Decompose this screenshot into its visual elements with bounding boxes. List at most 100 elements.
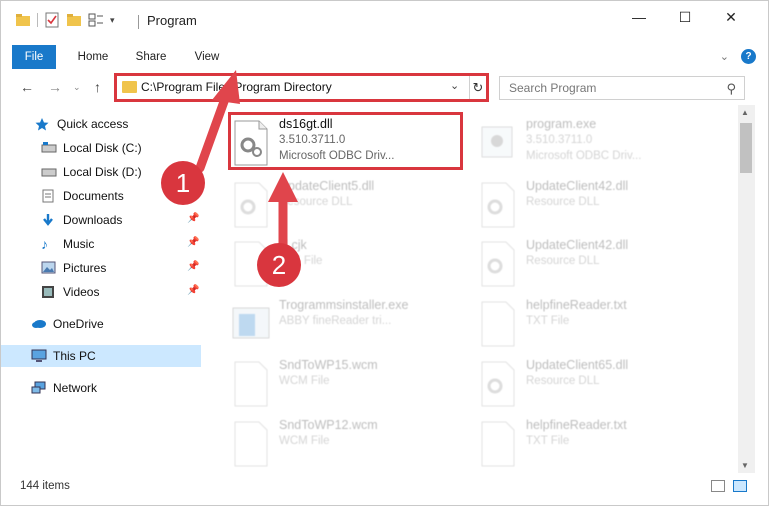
file-name: UpdateClient65.dll xyxy=(526,358,629,372)
chevron-down-icon[interactable]: ⌄ xyxy=(720,50,729,63)
sidebar-item-label: Pictures xyxy=(63,261,107,275)
documents-icon xyxy=(41,189,57,203)
ribbon-tabs: File Home Share View ⌄ ? xyxy=(1,45,768,71)
sidebar-item-this-pc[interactable]: This PC xyxy=(1,345,201,367)
file-item[interactable]: zl.cjk CJK File xyxy=(231,236,471,294)
sidebar-item-label: Local Disk (C:) xyxy=(63,141,142,155)
file-name: UpdateClient5.dll xyxy=(279,179,375,193)
dll-file-icon xyxy=(478,240,518,288)
sidebar-item-local-disk-d[interactable]: Local Disk (D:) xyxy=(1,161,201,183)
item-count: 144 items xyxy=(20,480,70,492)
scroll-up-icon[interactable]: ▲ xyxy=(741,108,749,117)
file-item[interactable]: UpdateClient42.dll Resource DLL xyxy=(478,236,718,294)
exe-file-icon xyxy=(478,119,518,167)
file-name: helpfineReader.txt xyxy=(526,298,627,312)
sidebar-item-downloads[interactable]: Downloads 📌 xyxy=(1,209,201,231)
tiles-view-icon[interactable] xyxy=(733,480,747,492)
cloud-icon xyxy=(31,317,47,331)
layout-icon[interactable] xyxy=(88,12,104,28)
file-item[interactable]: helpfineReader.txt TXT File xyxy=(478,416,718,473)
tab-home[interactable]: Home xyxy=(71,45,115,69)
star-icon xyxy=(35,117,51,131)
pin-icon[interactable]: 📌 xyxy=(187,285,199,296)
network-icon xyxy=(31,381,47,395)
pin-icon[interactable]: 📌 xyxy=(187,237,199,248)
file-item[interactable]: UpdateClient65.dll Resource DLL xyxy=(478,356,718,414)
file-name: UpdateClient42.dll xyxy=(526,238,629,252)
sidebar-item-onedrive[interactable]: OneDrive xyxy=(1,313,201,335)
music-icon: ♪ xyxy=(41,236,48,252)
sidebar-item-label: Music xyxy=(63,237,95,251)
sidebar-item-pictures[interactable]: Pictures 📌 xyxy=(1,257,201,279)
installer-icon xyxy=(231,300,271,348)
sidebar-item-network[interactable]: Network xyxy=(1,377,201,399)
explorer-window: ▾ Program — ☐ ✕ File Home Share View ⌄ ?… xyxy=(0,0,769,506)
scrollbar-thumb[interactable] xyxy=(740,123,752,173)
dll-file-icon xyxy=(231,181,271,229)
forward-arrow-icon[interactable]: → xyxy=(48,79,62,95)
sidebar-item-label: Videos xyxy=(63,285,100,299)
text-file-icon xyxy=(478,300,518,348)
sidebar-item-documents[interactable]: Documents xyxy=(1,185,201,207)
address-path[interactable]: C:\Program Files\Program Directory xyxy=(141,80,332,94)
toolbar-separator xyxy=(37,13,38,27)
file-item[interactable]: helpfineReader.txt TXT File xyxy=(478,296,718,354)
maximize-button[interactable]: ☐ xyxy=(662,1,708,33)
customize-toolbar-icon[interactable]: ▾ xyxy=(110,15,115,26)
sidebar-item-label: Local Disk (D:) xyxy=(63,165,142,179)
pin-icon[interactable]: 📌 xyxy=(187,213,199,224)
up-arrow-icon[interactable]: ↑ xyxy=(94,79,101,95)
quick-access-toolbar: ▾ xyxy=(15,12,115,28)
folder-icon xyxy=(122,81,137,93)
file-type: Resource DLL xyxy=(526,196,600,208)
navigation-bar: ← → ⌄ ↑ C:\Program Files\Program Directo… xyxy=(1,73,768,103)
title-bar: ▾ Program — ☐ ✕ xyxy=(1,1,768,41)
sidebar-item-videos[interactable]: Videos 📌 xyxy=(1,281,201,303)
file-item[interactable]: SndToWP12.wcm WCM File xyxy=(231,416,471,473)
status-bar: 144 items xyxy=(1,475,768,497)
details-view-icon[interactable] xyxy=(711,480,725,492)
file-name: Trogrammsinstaller.exe xyxy=(279,298,409,312)
tab-view[interactable]: View xyxy=(185,45,229,69)
recent-locations-icon[interactable]: ⌄ xyxy=(73,82,81,93)
new-folder-icon[interactable] xyxy=(66,12,82,28)
window-title: Program xyxy=(147,13,197,28)
scroll-down-icon[interactable]: ▼ xyxy=(741,461,749,470)
pictures-icon xyxy=(41,261,57,275)
tab-share[interactable]: Share xyxy=(129,45,173,69)
properties-icon[interactable] xyxy=(44,12,60,28)
file-name: SndToWP12.wcm xyxy=(279,418,378,432)
search-placeholder: Search Program xyxy=(509,81,597,95)
search-input[interactable]: Search Program ⚲ xyxy=(499,76,745,100)
computer-icon xyxy=(31,349,47,363)
close-button[interactable]: ✕ xyxy=(708,1,754,33)
file-type: CJK File xyxy=(279,255,323,267)
search-icon[interactable]: ⚲ xyxy=(726,81,736,97)
file-type: TXT File xyxy=(526,315,570,327)
chevron-down-icon[interactable]: ⌄ xyxy=(450,79,459,92)
address-bar[interactable]: C:\Program Files\Program Directory ⌄ ↻ xyxy=(114,73,489,102)
back-arrow-icon[interactable]: ← xyxy=(20,79,34,95)
file-item[interactable]: SndToWP15.wcm WCM File xyxy=(231,356,471,414)
drive-icon xyxy=(41,165,57,179)
title-separator xyxy=(138,15,139,29)
file-item[interactable]: Trogrammsinstaller.exe ABBY fineReader t… xyxy=(231,296,471,354)
file-item[interactable]: UpdateClient5.dll Resource DLL xyxy=(231,177,471,235)
sidebar-item-music[interactable]: ♪ Music 📌 xyxy=(1,233,201,255)
file-type: WCM File xyxy=(279,435,330,447)
sidebar-item-quick-access[interactable]: Quick access xyxy=(1,113,201,135)
file-name: program.exe xyxy=(526,117,597,131)
dll-file-icon xyxy=(478,360,518,408)
sidebar-item-local-disk-c[interactable]: Local Disk (C:) xyxy=(1,137,201,159)
help-icon[interactable]: ? xyxy=(741,49,756,64)
minimize-button[interactable]: — xyxy=(616,1,662,33)
pin-icon[interactable]: 📌 xyxy=(187,261,199,272)
file-item[interactable]: program.exe 3.510.3711.0 Microsoft ODBC … xyxy=(478,115,718,173)
file-item[interactable]: UpdateClient42.dll Resource DLL xyxy=(478,177,718,235)
vertical-scrollbar[interactable]: ▲ ▼ xyxy=(738,105,755,473)
file-description: Microsoft ODBC Driv... xyxy=(526,150,642,162)
tab-file[interactable]: File xyxy=(12,45,56,69)
sidebar-item-label: Quick access xyxy=(57,117,129,131)
refresh-icon[interactable]: ↻ xyxy=(469,76,486,99)
file-description: ABBY fineReader tri... xyxy=(279,315,392,327)
